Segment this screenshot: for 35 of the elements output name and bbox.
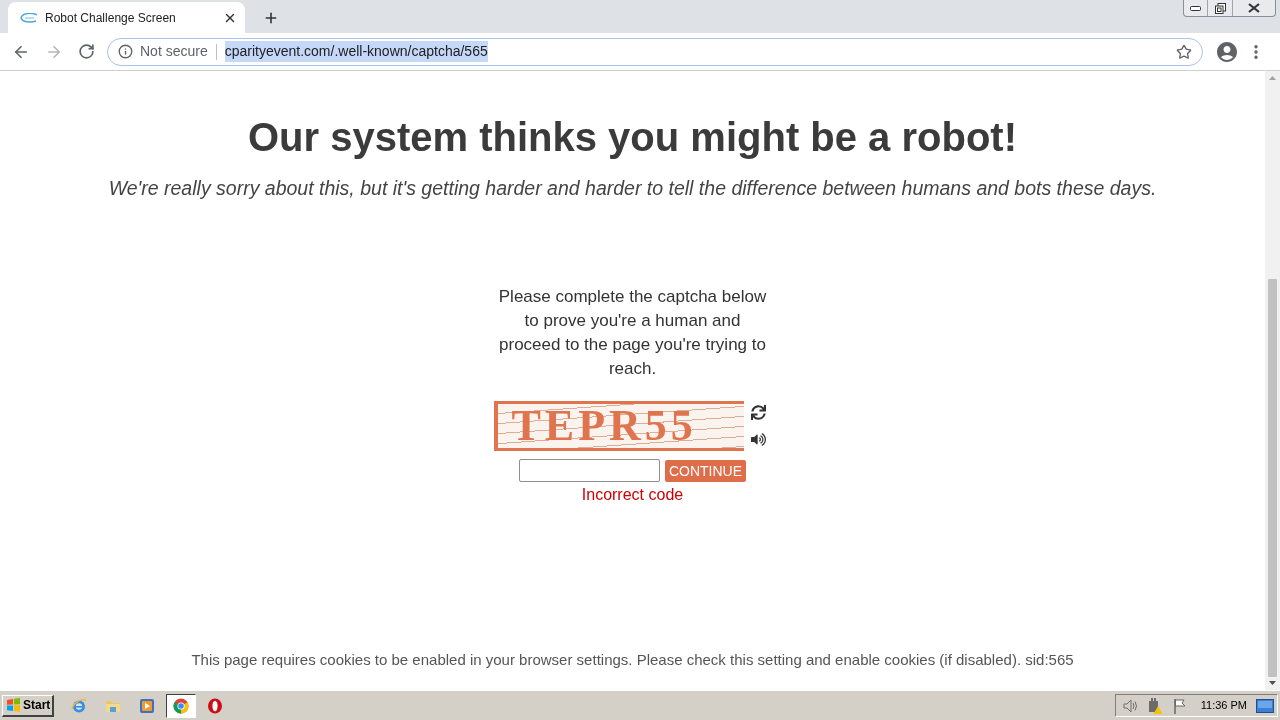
monitor-icon[interactable] <box>1256 698 1274 713</box>
minimize-icon[interactable] <box>1190 5 1201 11</box>
refresh-icon[interactable] <box>750 405 766 420</box>
swirl-favicon-icon <box>20 12 38 23</box>
network-warning-icon[interactable] <box>1146 697 1163 714</box>
scroll-down-icon[interactable] <box>1269 681 1276 685</box>
o-ring-icon[interactable] <box>207 697 223 714</box>
security-label: Not secure <box>140 42 208 61</box>
taskbar-button[interactable] <box>166 693 196 718</box>
restore-icon[interactable] <box>1214 2 1226 14</box>
page-subheading: We're really sorry about this, but it's getting harder and harder to tell the difference between humans and bots these days. <box>108 176 1157 201</box>
windows-flag-icon <box>6 698 21 712</box>
captcha-instructions: Please complete the captcha below to prove you're a human and proceed to the page you're trying to reach. <box>497 286 768 380</box>
cookie-notice: This page requires cookies to be enabled in your browser settings. Please check this setting and enable cookies (if disabled). sid:565 <box>191 650 1074 670</box>
tab-title: Robot Challenge Screen <box>45 9 176 27</box>
play-icon[interactable] <box>139 697 155 714</box>
profile-icon[interactable] <box>1215 39 1239 64</box>
flag-icon[interactable] <box>1171 697 1188 714</box>
scroll-thumb[interactable] <box>1268 279 1277 677</box>
browser-tab[interactable]: Robot Challenge Screen <box>8 2 245 33</box>
scrollbar[interactable] <box>1265 71 1280 690</box>
start-button[interactable]: Start <box>2 694 54 717</box>
url-text[interactable]: cparityevent.com/.well-known/captcha/565 <box>224 41 488 62</box>
close-icon[interactable] <box>1248 3 1260 13</box>
bookmark-star-icon[interactable] <box>1176 43 1192 60</box>
error-message: Incorrect code <box>581 485 684 505</box>
captcha-text: TEPR55 <box>511 404 697 448</box>
captcha-input-field[interactable] <box>518 459 660 482</box>
browser-logo-icon[interactable] <box>173 697 189 714</box>
info-icon[interactable] <box>118 44 133 59</box>
e-logo-icon[interactable] <box>71 697 87 714</box>
speaker-icon[interactable] <box>750 432 766 447</box>
reload-icon[interactable] <box>78 43 95 60</box>
page-heading: Our system thinks you might be a robot! <box>248 115 1017 159</box>
clock-time[interactable]: 11:36 PM <box>1200 697 1247 714</box>
